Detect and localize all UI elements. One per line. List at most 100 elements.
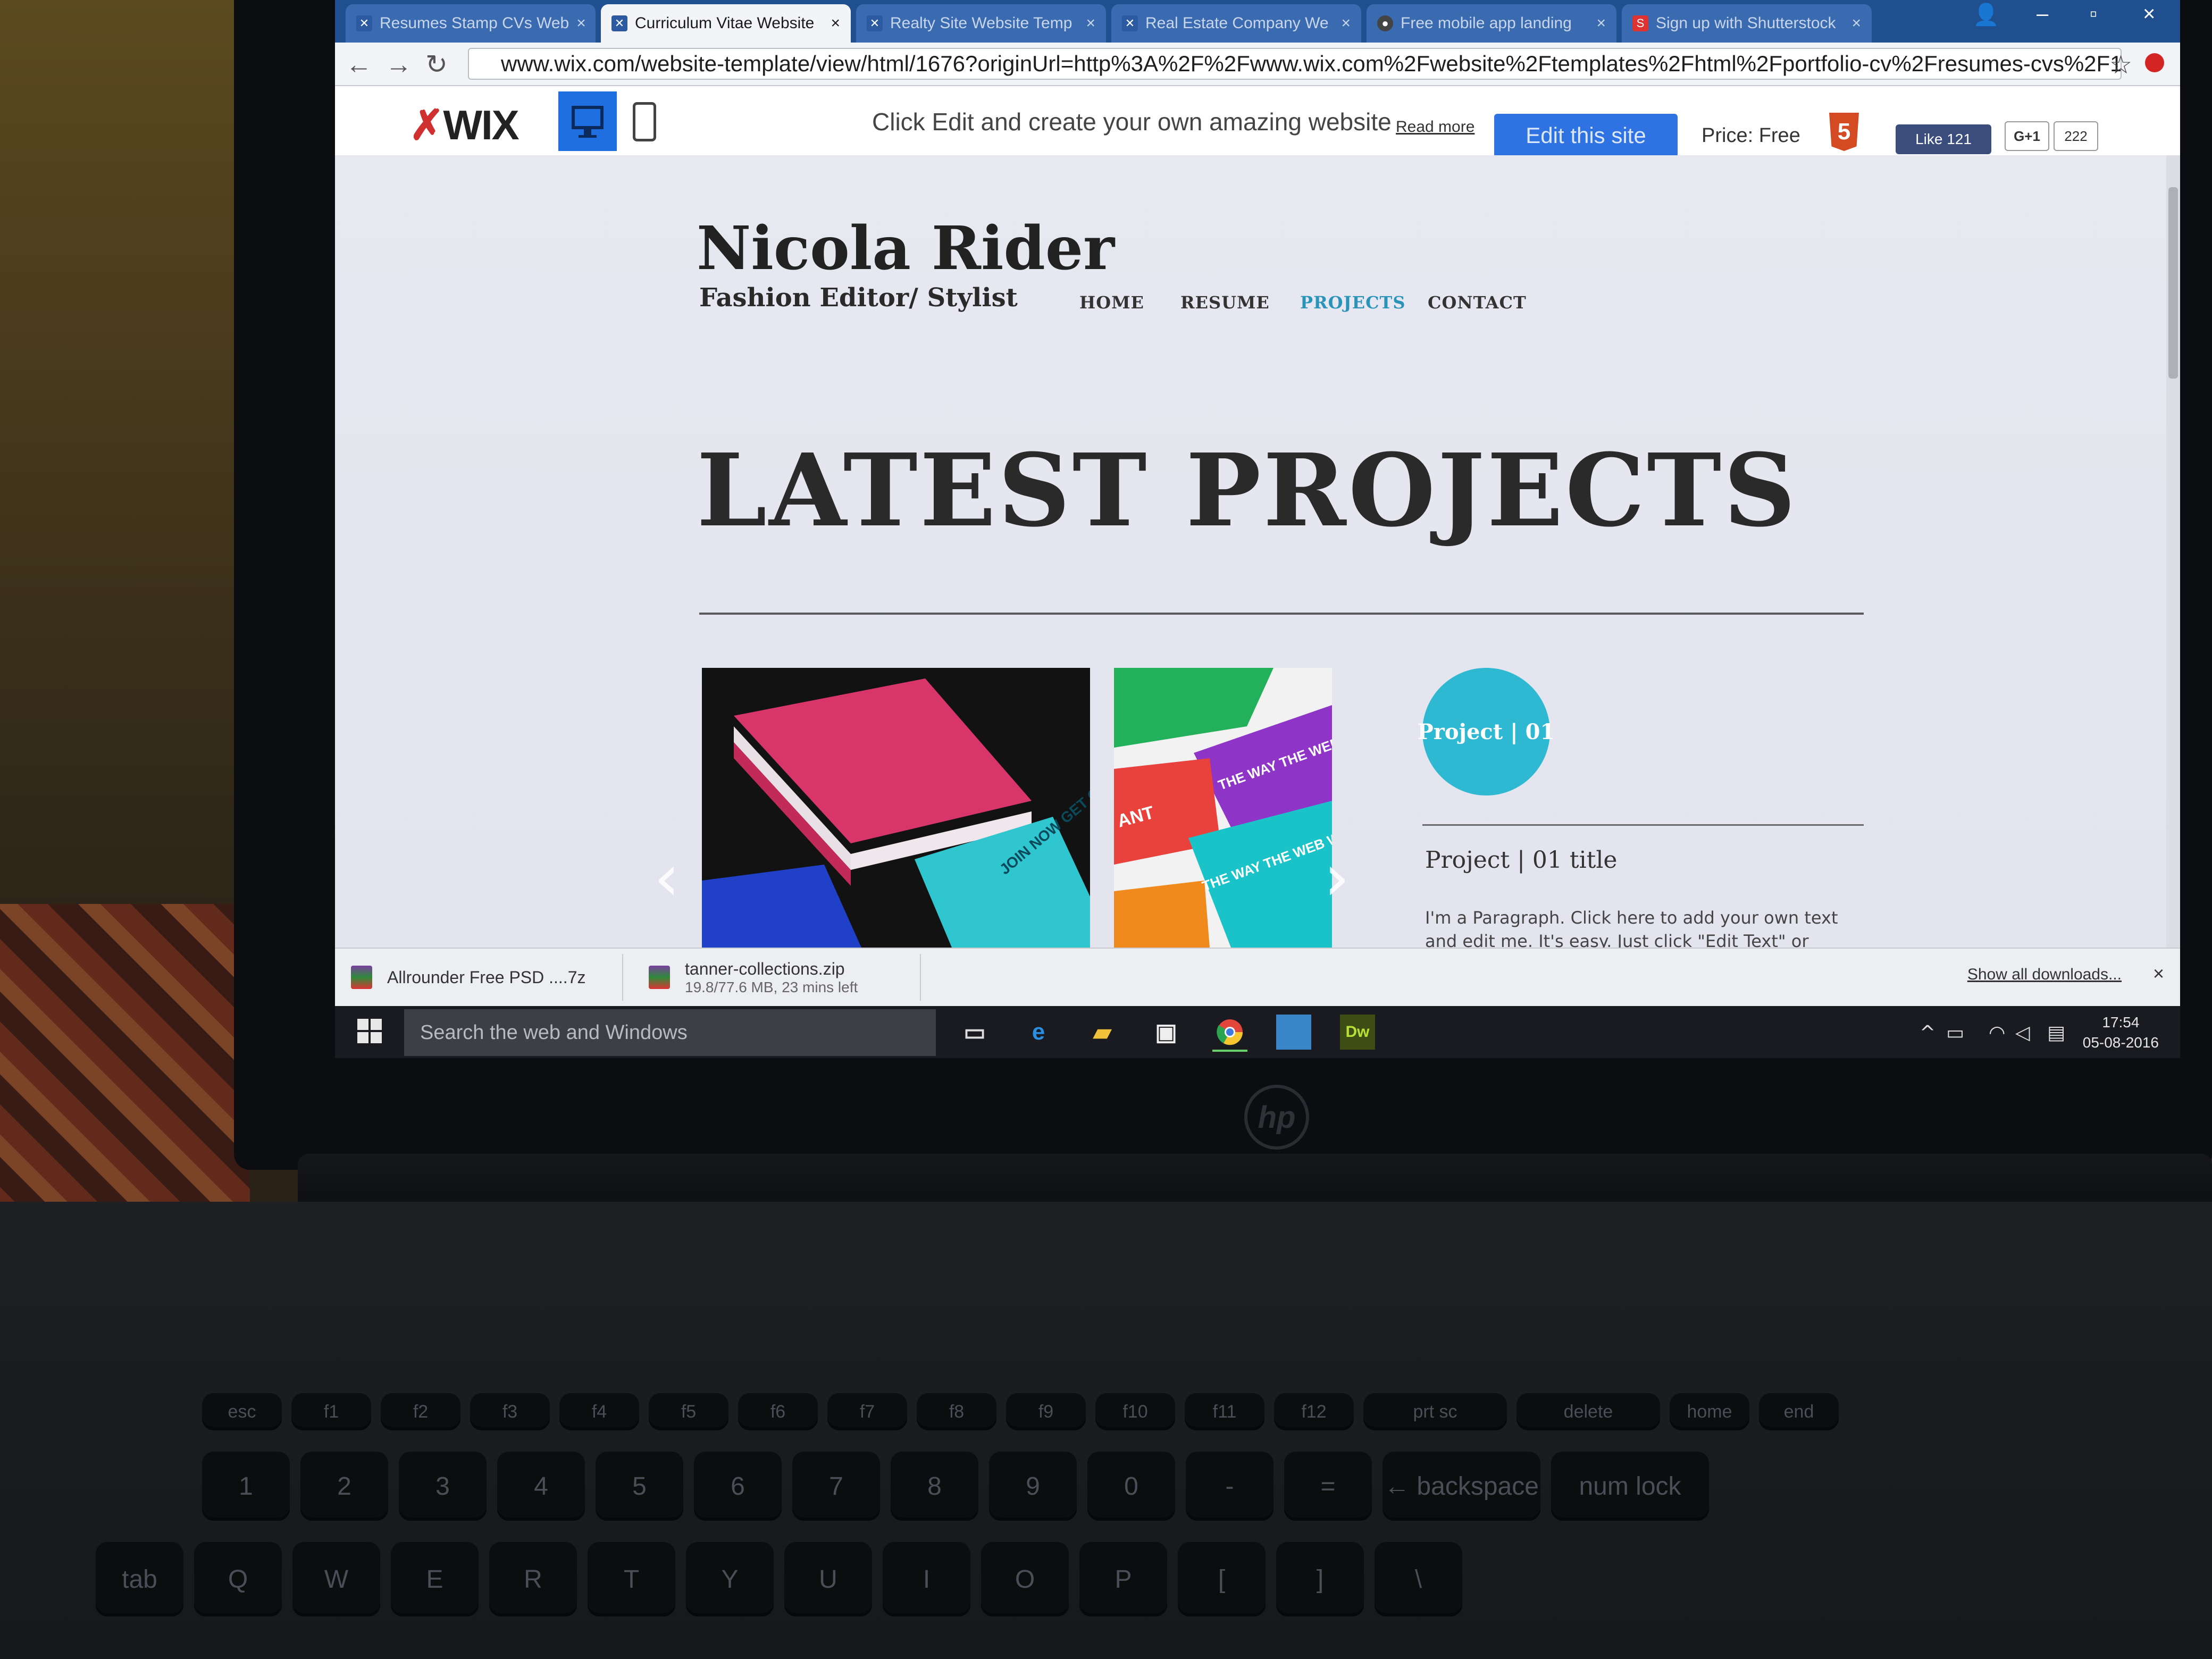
close-tab-icon[interactable]: × bbox=[823, 14, 840, 32]
key-p[interactable]: P bbox=[1079, 1542, 1167, 1616]
edit-this-site-button[interactable]: Edit this site bbox=[1494, 114, 1678, 157]
wix-logo[interactable]: ✗WIX bbox=[409, 101, 520, 149]
key-f12[interactable]: f12 bbox=[1274, 1393, 1354, 1430]
site-title[interactable]: Nicola Rider bbox=[697, 214, 1115, 283]
task-view-icon[interactable]: ▭ bbox=[957, 1015, 992, 1050]
key-num-lock[interactable]: num lock bbox=[1551, 1452, 1709, 1521]
key-f8[interactable]: f8 bbox=[917, 1393, 996, 1430]
mobile-view-icon[interactable] bbox=[633, 102, 656, 141]
extension-icon[interactable] bbox=[2145, 53, 2164, 72]
key-backspace[interactable]: ← backspace bbox=[1382, 1452, 1540, 1521]
tab-realty-site[interactable]: ✕ Realty Site Website Temp × bbox=[856, 4, 1106, 43]
key-f7[interactable]: f7 bbox=[827, 1393, 907, 1430]
close-tab-icon[interactable]: × bbox=[1589, 14, 1606, 32]
taskbar-clock[interactable]: 17:54 05-08-2016 bbox=[2083, 1012, 2159, 1053]
wifi-icon[interactable]: ◠ bbox=[1989, 1022, 2005, 1044]
maximize-icon[interactable]: ▫ bbox=[2090, 2, 2097, 26]
slider-prev-arrow-icon[interactable]: ‹ bbox=[654, 841, 680, 915]
project-image-books[interactable]: JOIN NOW GET CREATIVE bbox=[702, 668, 1090, 948]
address-bar[interactable]: www.wix.com/website-template/view/html/1… bbox=[468, 48, 2122, 80]
key-0[interactable]: 0 bbox=[1087, 1452, 1175, 1521]
key-1[interactable]: 1 bbox=[202, 1452, 290, 1521]
key-r[interactable]: R bbox=[489, 1542, 577, 1616]
key-f11[interactable]: f11 bbox=[1185, 1393, 1264, 1430]
key-f9[interactable]: f9 bbox=[1006, 1393, 1086, 1430]
read-more-link[interactable]: Read more bbox=[1396, 118, 1474, 136]
edge-browser-icon[interactable]: e bbox=[1021, 1015, 1056, 1050]
desktop-view-button[interactable] bbox=[558, 91, 617, 151]
facebook-like-button[interactable]: Like 121 bbox=[1896, 124, 1991, 154]
google-plus-button[interactable]: G+1 bbox=[2005, 121, 2049, 151]
key-i[interactable]: I bbox=[883, 1542, 970, 1616]
reload-icon[interactable]: ↻ bbox=[425, 49, 448, 80]
photos-icon[interactable] bbox=[1276, 1015, 1311, 1050]
key-9[interactable]: 9 bbox=[989, 1452, 1077, 1521]
close-window-icon[interactable]: × bbox=[2143, 2, 2155, 26]
tab-shutterstock[interactable]: S Sign up with Shutterstock × bbox=[1622, 4, 1872, 43]
key-home[interactable]: home bbox=[1670, 1393, 1749, 1430]
key-f4[interactable]: f4 bbox=[559, 1393, 639, 1430]
close-tab-icon[interactable]: × bbox=[1844, 14, 1861, 32]
key-f2[interactable]: f2 bbox=[381, 1393, 460, 1430]
key-f3[interactable]: f3 bbox=[470, 1393, 550, 1430]
key-2[interactable]: 2 bbox=[300, 1452, 388, 1521]
key-[interactable]: = bbox=[1284, 1452, 1372, 1521]
close-tab-icon[interactable]: × bbox=[1078, 14, 1095, 32]
key-[interactable]: - bbox=[1186, 1452, 1273, 1521]
bookmark-star-icon[interactable]: ☆ bbox=[2109, 50, 2132, 80]
nav-resume[interactable]: RESUME bbox=[1180, 292, 1270, 313]
key-delete[interactable]: delete bbox=[1516, 1393, 1660, 1430]
key-q[interactable]: Q bbox=[194, 1542, 282, 1616]
tab-mobile-app[interactable]: ● Free mobile app landing × bbox=[1367, 4, 1616, 43]
project-image-cards[interactable]: THE WAY THE WEB WAS MEANT TO BE ANT THE … bbox=[1114, 668, 1332, 948]
slider-next-arrow-icon[interactable]: › bbox=[1324, 841, 1350, 915]
key-f10[interactable]: f10 bbox=[1095, 1393, 1175, 1430]
close-tab-icon[interactable]: × bbox=[1334, 14, 1351, 32]
close-tab-icon[interactable]: × bbox=[569, 14, 586, 32]
download-item[interactable]: Allrounder Free PSD ....7z bbox=[335, 954, 623, 1001]
key-e[interactable]: E bbox=[391, 1542, 479, 1616]
battery-icon[interactable]: ▭ bbox=[1946, 1022, 1964, 1044]
key-o[interactable]: O bbox=[981, 1542, 1069, 1616]
taskbar-search-input[interactable]: Search the web and Windows bbox=[404, 1009, 936, 1056]
key-u[interactable]: U bbox=[784, 1542, 872, 1616]
tab-real-estate[interactable]: ✕ Real Estate Company We × bbox=[1111, 4, 1361, 43]
close-downloads-icon[interactable]: × bbox=[2153, 962, 2164, 985]
key-tab[interactable]: tab bbox=[96, 1542, 183, 1616]
key-t[interactable]: T bbox=[588, 1542, 675, 1616]
key-w[interactable]: W bbox=[292, 1542, 380, 1616]
key-f5[interactable]: f5 bbox=[649, 1393, 728, 1430]
key-[interactable]: ] bbox=[1276, 1542, 1364, 1616]
show-all-downloads-link[interactable]: Show all downloads... bbox=[1967, 966, 2122, 984]
key-[interactable]: \ bbox=[1375, 1542, 1462, 1616]
key-3[interactable]: 3 bbox=[399, 1452, 487, 1521]
file-explorer-icon[interactable]: ▰ bbox=[1085, 1015, 1120, 1050]
key-f6[interactable]: f6 bbox=[738, 1393, 818, 1430]
dreamweaver-icon[interactable]: Dw bbox=[1340, 1015, 1375, 1050]
page-scrollbar[interactable] bbox=[2166, 155, 2180, 948]
key-[interactable]: [ bbox=[1178, 1542, 1266, 1616]
nav-home[interactable]: HOME bbox=[1079, 292, 1144, 313]
key-4[interactable]: 4 bbox=[497, 1452, 585, 1521]
key-esc[interactable]: esc bbox=[202, 1393, 282, 1430]
key-5[interactable]: 5 bbox=[596, 1452, 683, 1521]
action-center-icon[interactable]: ▤ bbox=[2047, 1022, 2065, 1044]
key-6[interactable]: 6 bbox=[694, 1452, 782, 1521]
minimize-icon[interactable]: – bbox=[2037, 2, 2048, 26]
windows-start-icon[interactable] bbox=[357, 1019, 382, 1043]
profile-icon[interactable]: 👤 bbox=[1973, 2, 1999, 27]
scrollbar-thumb[interactable] bbox=[2168, 187, 2178, 379]
download-item[interactable]: tanner-collections.zip 19.8/77.6 MB, 23 … bbox=[633, 954, 921, 1001]
key-end[interactable]: end bbox=[1759, 1393, 1839, 1430]
key-prt-sc[interactable]: prt sc bbox=[1363, 1393, 1507, 1430]
chrome-icon[interactable] bbox=[1212, 1015, 1247, 1052]
show-hidden-icons[interactable]: ^ bbox=[1920, 1022, 1936, 1044]
key-8[interactable]: 8 bbox=[891, 1452, 978, 1521]
tab-resumes[interactable]: ✕ Resumes Stamp CVs Web × bbox=[346, 4, 596, 43]
back-arrow-icon[interactable]: ← bbox=[346, 49, 372, 80]
key-f1[interactable]: f1 bbox=[291, 1393, 371, 1430]
store-icon[interactable]: ▣ bbox=[1149, 1015, 1184, 1050]
key-y[interactable]: Y bbox=[686, 1542, 774, 1616]
nav-projects[interactable]: PROJECTS bbox=[1300, 292, 1405, 313]
nav-contact[interactable]: CONTACT bbox=[1428, 292, 1527, 313]
